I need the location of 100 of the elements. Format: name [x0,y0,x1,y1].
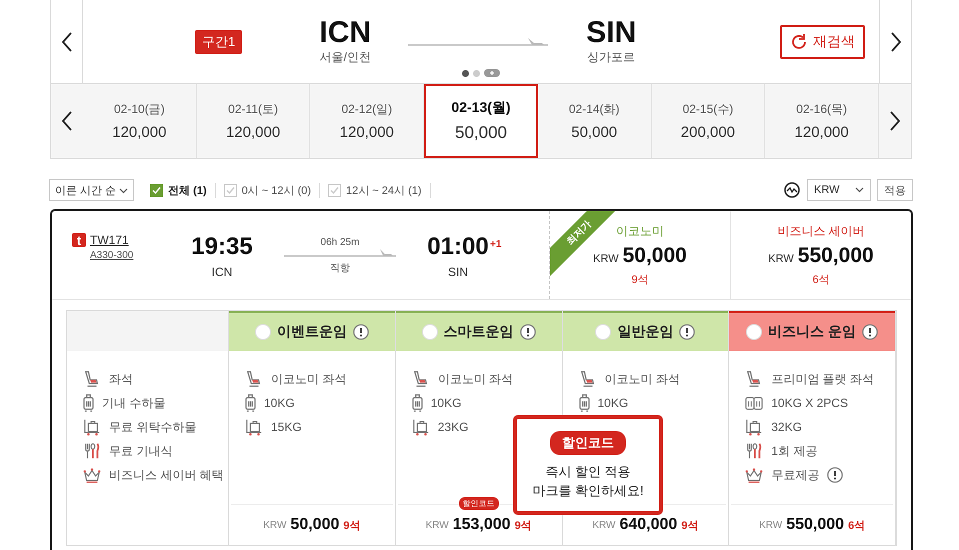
feature-value: 10KG [598,396,628,410]
fare-header[interactable]: 일반운임 [562,311,728,351]
seats-left: 9석 [681,518,698,532]
info-icon[interactable] [352,324,369,340]
feature-value: 10KG X 2PCS [771,396,848,410]
currency-dropdown[interactable]: KRW [807,179,871,201]
feature-label: 기내 수하물 [102,394,166,412]
feature-label: 비즈니스 세이버 혜택 [109,466,224,484]
checkbox[interactable] [150,184,164,196]
checkbox-label: 0시 ~ 12시 (0) [242,184,312,198]
apply-button[interactable]: 적용 [877,179,913,201]
feature-label: 무료 위탁수하물 [109,418,196,436]
luggage-cart-icon [745,418,764,436]
popup-message: 즉시 할인 적용 마크를 확인하세요! [532,462,644,500]
seats-left: 9석 [343,518,360,532]
checkbox[interactable] [328,184,342,196]
fare-header[interactable]: 비즈니스 운임 [729,311,895,351]
radio-button[interactable] [422,324,438,340]
airport-code: SIN [448,265,468,279]
city-name: 싱가포르 [587,49,636,66]
chevron-left-icon [60,32,72,52]
suitcase-icon [412,394,423,412]
segment-badge: 구간1 [195,30,242,54]
fare-price: 550,000 [786,516,844,534]
slide-dot[interactable] [462,70,469,76]
stops-label: 직항 [330,262,350,275]
caret-icon [119,188,128,194]
feature-label: 좌석 [109,370,133,388]
feature-value: 이코노미 좌석 [438,370,514,388]
crown-icon [745,466,764,484]
fare-price: 50,000 [290,516,340,534]
seat-icon [578,370,596,388]
seats-left: 9석 [514,518,532,532]
discount-code-badge: 할인코드 [550,430,626,454]
checkbox-label: 12시 ~ 24시 (1) [346,184,422,198]
info-icon[interactable] [679,324,696,340]
date-tab[interactable]: 02-13(월) 50,000 [424,84,538,158]
airport-code: ICN [319,17,372,49]
info-icon[interactable] [827,467,844,483]
radio-button[interactable] [746,324,762,340]
exchange-rate-icon[interactable] [783,181,801,199]
airline-logo: t [72,233,86,247]
flight-duration: 06h 25m [320,237,360,248]
radio-button[interactable] [254,324,271,340]
luggage-cart-icon [412,418,430,436]
feature-label: 무료 기내식 [109,442,172,460]
currency-label: KRW [426,520,449,530]
caret-icon [855,187,864,193]
refresh-icon [790,32,808,50]
fare-price: 153,000 [452,516,511,534]
chevron-left-icon [61,111,73,131]
checkbox[interactable] [224,184,237,196]
currency-label: KRW [263,520,286,530]
feature-value: 23KG [438,420,468,434]
info-icon[interactable] [520,324,536,340]
departure-time: 19:35 [191,233,253,261]
flight-number-link[interactable]: TW171 [90,233,134,247]
add-slide-icon[interactable] [484,69,500,77]
day-offset: +1 [490,239,502,250]
luggage-cart-icon [245,418,263,436]
feature-value: 10KG [264,396,295,410]
feature-value: 15KG [271,420,302,434]
airport-code: SIN [586,17,636,49]
chevron-right-icon [890,32,902,52]
feature-value: 이코노미 좌석 [271,370,346,388]
slide-dot[interactable] [473,70,480,76]
cabin-price-option[interactable]: 비즈니스 세이버 KRW 550,000 6석 [730,211,911,299]
currency-label: KRW [759,520,782,530]
cutlery-icon [745,442,764,460]
currency-label: KRW [592,520,616,530]
radio-button[interactable] [595,324,612,340]
arrival-time: 01:00 [427,233,489,261]
luggage-cart-icon [83,418,101,436]
fare-header[interactable]: 스마트운임 [396,311,562,351]
seat-icon [412,370,430,388]
info-icon[interactable] [862,324,878,340]
feature-value: 1회 제공 [771,442,818,460]
sort-dropdown[interactable]: 이른 시간 순 [49,179,134,201]
discount-code-badge: 할인코드 [458,497,499,510]
checkbox-label: 전체 (1) [168,184,207,198]
research-button[interactable]: 재검색 [780,24,865,58]
fare-header[interactable]: 이벤트운임 [229,311,395,351]
suitcases-icon [745,394,764,412]
feature-value: 프리미엄 플랫 좌석 [771,370,874,388]
feature-value: 무료제공 [771,466,820,484]
aircraft-link[interactable]: A330-300 [90,250,134,261]
suitcase-icon [83,394,94,412]
cutlery-icon [83,442,101,460]
chevron-right-icon [889,111,901,131]
city-name: 서울/인천 [320,49,371,66]
feature-value: 32KG [771,420,802,434]
suitcase-icon [578,394,590,412]
airport-code: ICN [212,265,232,279]
suitcase-icon [245,394,256,412]
seats-left: 6석 [848,518,866,532]
seat-icon [83,370,101,388]
fare-price: 640,000 [619,516,678,534]
seat-icon [245,370,263,388]
feature-value: 10KG [430,396,462,410]
crown-icon [83,466,101,484]
